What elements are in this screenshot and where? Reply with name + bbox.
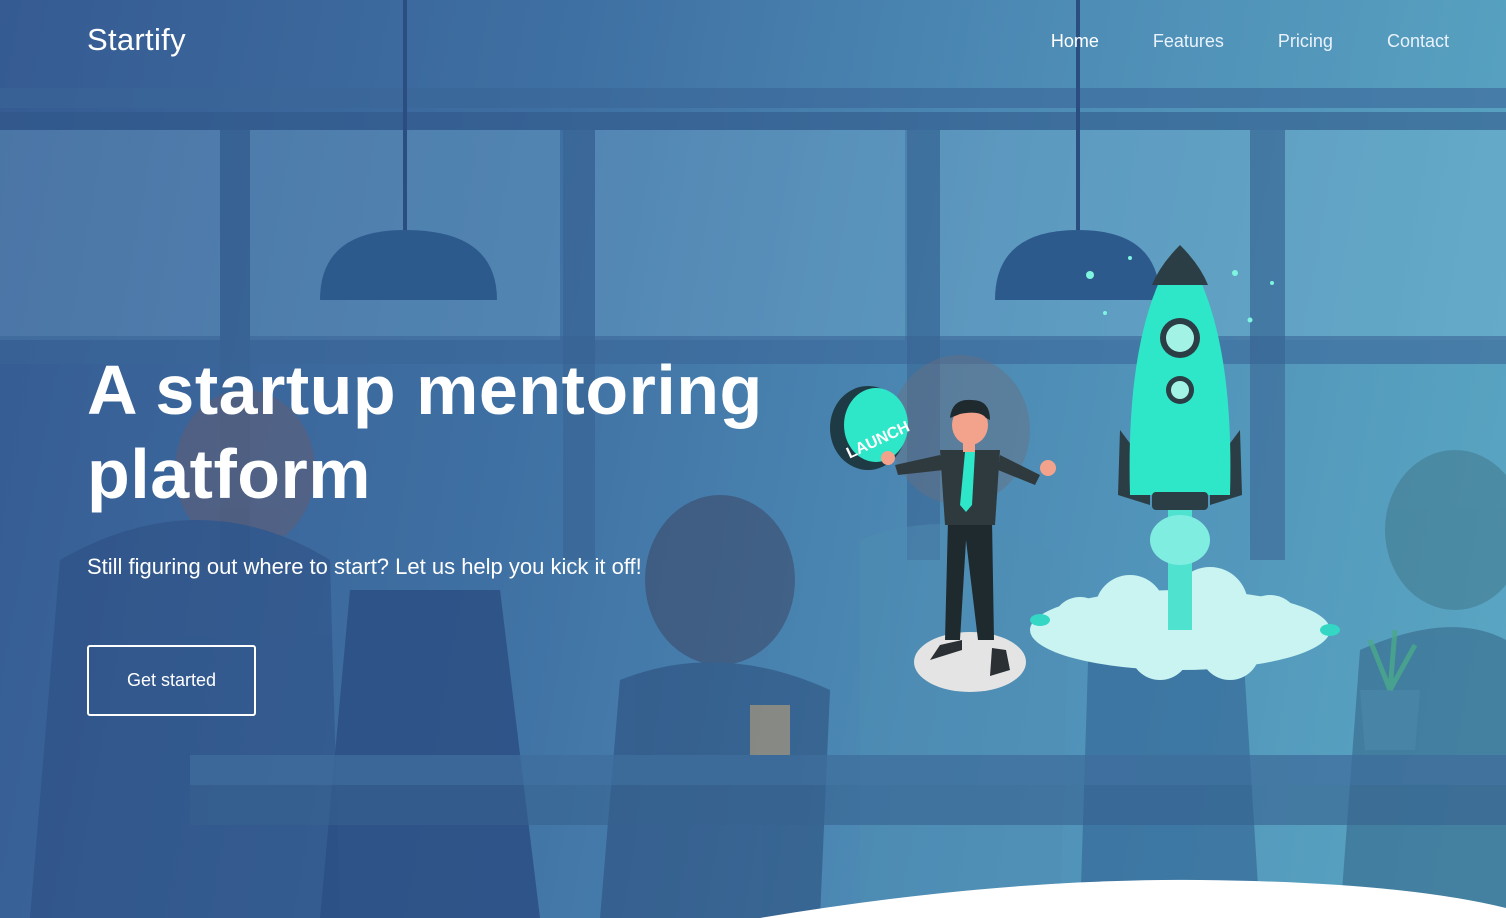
main-nav: Home Features Pricing Contact (997, 31, 1449, 52)
rocket-icon (1118, 245, 1242, 510)
nav-link-contact[interactable]: Contact (1387, 31, 1449, 52)
nav-link-pricing[interactable]: Pricing (1278, 31, 1333, 52)
nav-link-home[interactable]: Home (1051, 31, 1099, 52)
nav-link-features[interactable]: Features (1153, 31, 1224, 52)
navbar: Startify Home Features Pricing Contact (0, 0, 1506, 84)
hero-subtitle: Still figuring out where to start? Let u… (87, 554, 642, 579)
hero-headline: A startup mentoring platform (87, 351, 763, 513)
get-started-button[interactable]: Get started (87, 645, 256, 716)
brand-logo[interactable]: Startify (87, 22, 186, 58)
hero-section: LAUNCH Startify Home Features Pricing Co… (0, 0, 1506, 918)
bottom-wave-divider (760, 879, 1506, 918)
